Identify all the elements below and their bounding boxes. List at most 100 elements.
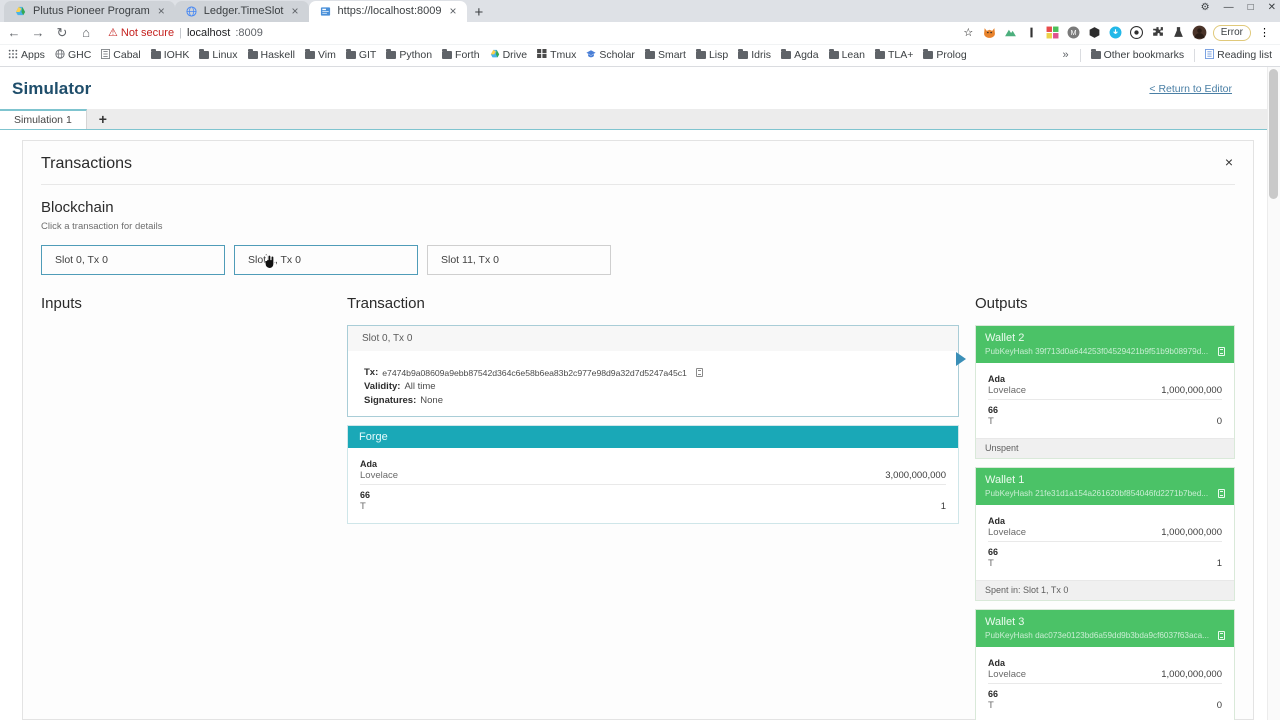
- browser-tab-1[interactable]: Plutus Pioneer Program ×: [4, 1, 175, 22]
- transaction-hash-label: Tx:: [364, 367, 378, 378]
- copy-icon[interactable]: [1218, 631, 1225, 640]
- validity-value: All time: [404, 381, 435, 392]
- output-wallet-0-hash-row: PubKeyHash 39f713d0a644253f04529421b9f51…: [985, 347, 1225, 356]
- output-wallet-2-amount-0: 1,000,000,000: [1161, 669, 1222, 680]
- folder-icon: [696, 51, 706, 59]
- browser-window: Plutus Pioneer Program × Ledger.TimeSlot…: [0, 0, 1280, 720]
- transaction-body: Tx: e7474b9a08609a9ebb87542d364c6e58b6ea…: [348, 351, 958, 406]
- output-wallet-1-name: Wallet 1: [985, 474, 1225, 486]
- close-icon[interactable]: ×: [1223, 155, 1235, 169]
- browser-tab-3[interactable]: https://localhost:8009 ×: [309, 1, 467, 22]
- bookmark-other-bookmarks[interactable]: Other bookmarks: [1087, 48, 1189, 62]
- add-simulation-button[interactable]: +: [87, 109, 119, 130]
- output-wallet-2-token-1: T: [988, 700, 994, 711]
- slot-button-1[interactable]: Slot 1, Tx 0: [234, 245, 418, 275]
- bar-extension-icon[interactable]: [1024, 25, 1039, 40]
- flask-extension-icon[interactable]: [1171, 25, 1186, 40]
- page-header: Simulator < Return to Editor: [0, 67, 1280, 99]
- address-bar[interactable]: ⚠ Not secure | localhost:8009: [102, 24, 953, 42]
- bookmarks-overflow-icon[interactable]: »: [1057, 49, 1073, 61]
- bookmark-smart-label: Smart: [658, 49, 686, 61]
- output-wallet-1-token-1: T: [988, 558, 994, 569]
- profile-avatar-icon[interactable]: [1192, 25, 1207, 40]
- warning-triangle-icon: ⚠: [108, 26, 118, 39]
- folder-icon: [875, 51, 885, 59]
- bookmark-vim[interactable]: Vim: [301, 48, 340, 62]
- browser-tab-3-close-icon[interactable]: ×: [447, 5, 458, 17]
- copy-icon[interactable]: [1218, 347, 1225, 356]
- window-maximize-button[interactable]: □: [1248, 2, 1254, 13]
- return-to-editor-link[interactable]: < Return to Editor: [1149, 83, 1232, 95]
- bookmark-agda[interactable]: Agda: [777, 48, 823, 62]
- puzzle-extension-icon[interactable]: [1150, 25, 1165, 40]
- output-wallet-0-row-1: T 0: [988, 415, 1222, 430]
- bookmark-apps[interactable]: Apps: [4, 48, 49, 63]
- bookmark-drive[interactable]: Drive: [486, 48, 532, 63]
- slot-button-0-label: Slot 0, Tx 0: [55, 254, 108, 266]
- copy-icon[interactable]: [1218, 489, 1225, 498]
- slot-button-2[interactable]: Slot 11, Tx 0: [427, 245, 611, 275]
- window-close-button[interactable]: ✕: [1268, 2, 1276, 13]
- browser-menu-icon[interactable]: ⋮: [1257, 25, 1272, 40]
- reading-list-icon: [1205, 49, 1214, 62]
- m-extension-icon[interactable]: M: [1066, 25, 1081, 40]
- transaction-hash-row: Tx: e7474b9a08609a9ebb87542d364c6e58b6ea…: [364, 367, 958, 378]
- bookmark-cabal[interactable]: Cabal: [97, 48, 144, 63]
- forge-title: Forge: [348, 426, 958, 448]
- output-wallet-1[interactable]: Wallet 1 PubKeyHash 21fe31d1a154a261620b…: [975, 467, 1235, 601]
- fox-extension-icon[interactable]: [982, 25, 997, 40]
- star-icon[interactable]: ☆: [961, 25, 976, 40]
- not-secure-label: Not secure: [121, 27, 174, 39]
- home-icon[interactable]: ⌂: [78, 25, 94, 40]
- not-secure-indicator[interactable]: ⚠ Not secure: [108, 26, 174, 39]
- output-wallet-0-row-0: Lovelace 1,000,000,000: [988, 384, 1222, 400]
- output-wallet-0[interactable]: Wallet 2 PubKeyHash 39f713d0a644253f0452…: [975, 325, 1235, 459]
- page-scrollbar-thumb[interactable]: [1269, 69, 1278, 199]
- window-minimize-button[interactable]: —: [1224, 2, 1234, 13]
- bookmark-haskell[interactable]: Haskell: [244, 48, 299, 62]
- reading-list-button[interactable]: Reading list: [1201, 48, 1276, 63]
- download-extension-icon[interactable]: [1108, 25, 1123, 40]
- reload-icon[interactable]: ↻: [54, 25, 70, 41]
- mountain-extension-icon[interactable]: [1003, 25, 1018, 40]
- grid-icon: [537, 49, 547, 61]
- copy-icon[interactable]: [696, 368, 703, 377]
- output-wallet-2[interactable]: Wallet 3 PubKeyHash dac073e0123bd6a59dd9…: [975, 609, 1235, 720]
- bookmark-ghc[interactable]: GHC: [51, 48, 95, 63]
- bookmark-smart[interactable]: Smart: [641, 48, 690, 62]
- bookmark-git[interactable]: GIT: [342, 48, 381, 62]
- slot-button-0[interactable]: Slot 0, Tx 0: [41, 245, 225, 275]
- output-wallet-1-currency-0: Ada: [988, 516, 1222, 526]
- bookmark-iohk[interactable]: IOHK: [147, 48, 194, 62]
- output-wallet-0-currency-1: 66: [988, 405, 1222, 415]
- zero-extension-icon[interactable]: [1129, 25, 1144, 40]
- error-status-badge[interactable]: Error: [1213, 25, 1251, 41]
- folder-icon: [346, 51, 356, 59]
- bookmark-python[interactable]: Python: [382, 48, 436, 62]
- bookmark-forth[interactable]: Forth: [438, 48, 484, 62]
- bookmark-idris[interactable]: Idris: [734, 48, 775, 62]
- back-icon[interactable]: ←: [6, 25, 22, 40]
- colorgrid-extension-icon[interactable]: [1045, 25, 1060, 40]
- bookmark-tlaplus[interactable]: TLA+: [871, 48, 917, 62]
- bookmark-tmux[interactable]: Tmux: [533, 48, 580, 62]
- bookmark-lean[interactable]: Lean: [825, 48, 869, 62]
- output-wallet-0-hash: PubKeyHash 39f713d0a644253f04529421b9f51…: [985, 347, 1208, 356]
- page-scrollbar[interactable]: [1267, 67, 1280, 720]
- browser-tab-2-close-icon[interactable]: ×: [290, 5, 301, 17]
- toolbar-icons: ☆ M: [961, 25, 1274, 41]
- new-tab-button[interactable]: +: [467, 5, 492, 22]
- forward-icon[interactable]: →: [30, 25, 46, 40]
- browser-tab-1-close-icon[interactable]: ×: [156, 5, 167, 17]
- folder-icon: [781, 51, 791, 59]
- cube-extension-icon[interactable]: [1087, 25, 1102, 40]
- browser-tab-2[interactable]: Ledger.TimeSlot ×: [175, 1, 309, 22]
- bookmark-scholar[interactable]: Scholar: [582, 48, 639, 63]
- folder-icon: [645, 51, 655, 59]
- bookmark-linux[interactable]: Linux: [195, 48, 241, 62]
- window-settings-icon[interactable]: ⚙: [1201, 2, 1210, 13]
- bookmark-lisp[interactable]: Lisp: [692, 48, 732, 62]
- folder-icon: [923, 51, 933, 59]
- tab-simulation-1[interactable]: Simulation 1: [0, 109, 87, 130]
- bookmark-prolog[interactable]: Prolog: [919, 48, 970, 62]
